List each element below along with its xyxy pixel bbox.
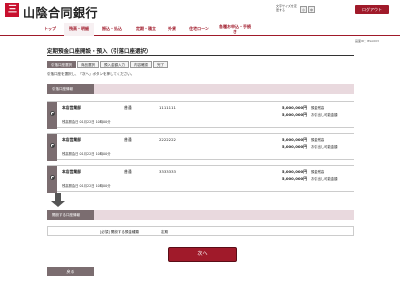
font-small-button[interactable]: 小 [300, 6, 307, 13]
account-radio[interactable] [47, 102, 57, 129]
account-branch: 本店営業部 [62, 169, 81, 174]
available-amount: 5,000,000円 [281, 144, 307, 149]
step-5: 完了 [153, 61, 168, 68]
step-2: 商品選択 [77, 61, 99, 68]
title-divider [47, 55, 354, 56]
account-type: 普通 [124, 169, 132, 174]
account-row[interactable]: 本店営業部 普通 3333333 5,000,000円 預金残高 5,000,0… [47, 165, 354, 193]
dest-account-type-label: [必須] 開設する預金種類 [100, 229, 139, 234]
next-button[interactable]: 次へ [168, 247, 237, 262]
account-row[interactable]: 本店営業部 普通 1111111 5,000,000円 預金残高 5,000,0… [47, 101, 354, 129]
nav-item-balance[interactable]: 残高・明細 [64, 23, 94, 36]
available-amount-label: お引出し可能金額 [311, 177, 338, 181]
nav-item-foreign-currency[interactable]: 外貨 [163, 23, 181, 36]
step-4: 内容確認 [130, 61, 152, 68]
header: 三 山陰合同銀行 文字サイズを変更する 小 中 ログアウト [0, 0, 400, 22]
nav-item-time-deposit[interactable]: 定期・積立 [130, 23, 162, 36]
dest-account-type-row: [必須] 開設する預金種類 定期 [47, 226, 354, 236]
account-type: 普通 [124, 137, 132, 142]
deposit-balance-label: 預金残高 [311, 170, 325, 174]
nav-item-top[interactable]: トップ [39, 23, 61, 36]
page-id: 画面ID：BSA003 [355, 39, 379, 43]
account-radio[interactable] [47, 134, 57, 161]
withdraw-section-title: 引落口座情報 [47, 84, 94, 94]
deposit-balance-label: 預金残高 [311, 106, 325, 110]
deposit-balance: 5,000,000円 [281, 105, 307, 110]
instruction-text: 引落口座を選択し、「次へ」ボタンを押してください。 [47, 72, 135, 76]
account-row[interactable]: 本店営業部 普通 2222222 5,000,000円 預金残高 5,000,0… [47, 133, 354, 161]
back-button[interactable]: 戻る [47, 267, 94, 276]
deposit-balance-label: 預金残高 [311, 138, 325, 142]
available-amount-label: お引出し可能金額 [311, 113, 338, 117]
balance-date: 残高照会日 01月22日 10時00分 [62, 152, 111, 156]
account-radio[interactable] [47, 166, 57, 193]
account-number: 3333333 [159, 169, 176, 174]
account-branch: 本店営業部 [62, 137, 81, 142]
step-3: 預入金額入力 [100, 61, 129, 68]
step-indicator: 引落口座選択 商品選択 預入金額入力 内容確認 完了 [47, 61, 169, 68]
nav-item-transfer[interactable]: 振込・払込 [97, 23, 127, 36]
radio-selected-icon [49, 111, 55, 116]
logout-button[interactable]: ログアウト [355, 5, 389, 14]
account-type: 普通 [124, 105, 132, 110]
nav-item-applications[interactable]: 各種お申込・手続き [218, 23, 252, 36]
page-title: 定期預金口座開設・預入（引落口座選択） [47, 49, 152, 55]
dest-section-title: 開設する口座情報 [47, 210, 94, 220]
font-medium-button[interactable]: 中 [308, 6, 315, 13]
account-number: 2222222 [159, 137, 176, 142]
font-size-label: 文字サイズを変更する [276, 4, 297, 12]
available-amount: 5,000,000円 [281, 176, 307, 181]
balance-date: 残高照会日 01月22日 10時00分 [62, 120, 111, 124]
available-amount-label: お引出し可能金額 [311, 145, 338, 149]
step-1: 引落口座選択 [47, 61, 76, 68]
balance-date: 残高照会日 01月22日 10時00分 [62, 184, 111, 188]
nav-item-housing-loan[interactable]: 住宅ローン [183, 23, 215, 36]
dest-account-type-value: 定期 [161, 229, 168, 234]
radio-selected-icon [49, 143, 55, 148]
account-number: 1111111 [159, 105, 176, 110]
deposit-balance: 5,000,000円 [281, 137, 307, 142]
account-branch: 本店営業部 [62, 105, 81, 110]
radio-selected-icon [49, 175, 55, 180]
down-arrow-head-icon [51, 201, 65, 207]
available-amount: 5,000,000円 [281, 112, 307, 117]
bank-logo-icon: 三 [5, 3, 19, 17]
deposit-balance: 5,000,000円 [281, 169, 307, 174]
bank-name: 山陰合同銀行 [23, 6, 99, 20]
main-nav: トップ 残高・明細 振込・払込 定期・積立 外貨 住宅ローン 各種お申込・手続き [0, 22, 400, 36]
